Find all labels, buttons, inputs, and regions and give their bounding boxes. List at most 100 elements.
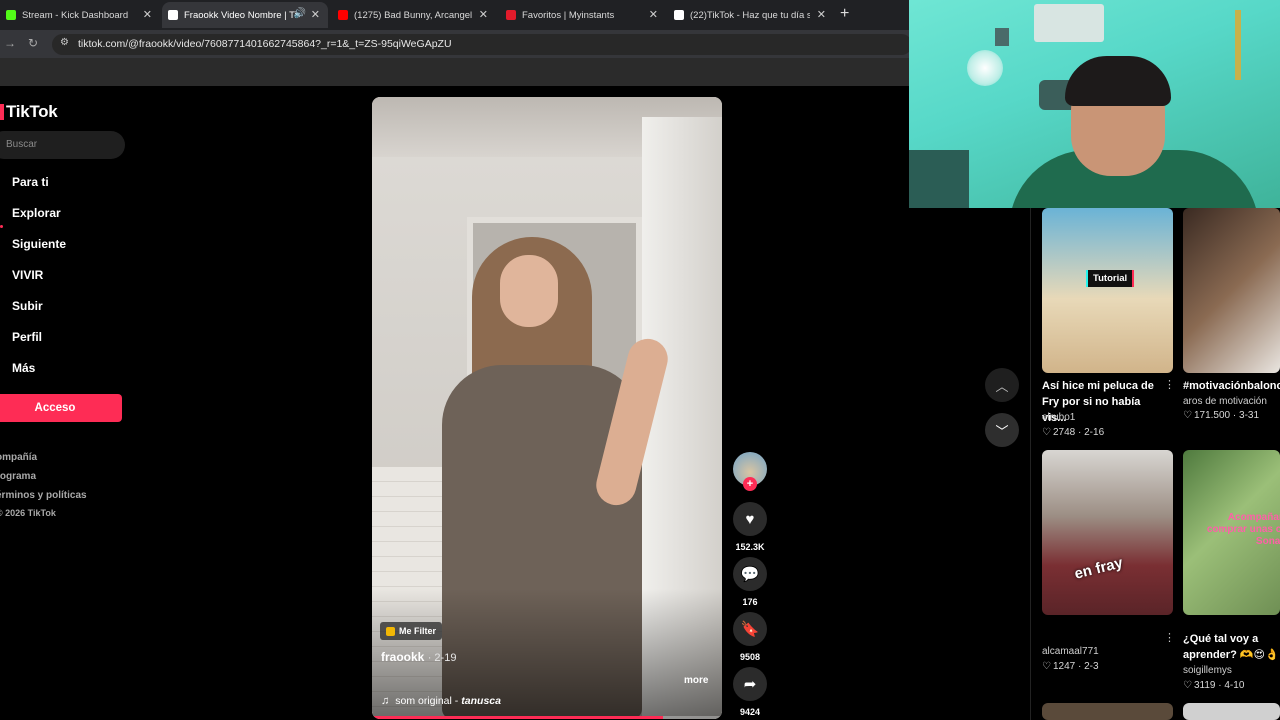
nav-item-perfil[interactable]: Perfil [12, 330, 42, 344]
effect-icon [386, 626, 395, 636]
webcam-overlay [909, 0, 1280, 208]
recommendation-thumbnail[interactable] [1183, 703, 1280, 720]
copyright-icon: © [0, 508, 3, 518]
footer-link-company[interactable]: ompañía [0, 452, 37, 463]
recommendation-date: 2-16 [1084, 427, 1105, 438]
music-note-icon: ♫ [381, 695, 390, 707]
close-tab-icon[interactable]: ✕ [143, 8, 152, 21]
heart-outline-icon: ♡ [1183, 680, 1192, 691]
thumbnail-overlay-text: en fray [1072, 554, 1125, 583]
more-link[interactable]: more [684, 675, 708, 686]
close-tab-icon[interactable]: ✕ [817, 8, 826, 21]
tab-youtube[interactable]: (1275) Bad Bunny, Arcangel, De La Ghetto… [332, 2, 496, 28]
close-tab-icon[interactable]: ✕ [649, 8, 658, 21]
video-author[interactable]: fraookk · 2-19 [381, 650, 456, 664]
music-title: som original - [395, 695, 459, 707]
recommendation-user[interactable]: soigillemys [1183, 665, 1232, 676]
youtube-favicon-icon [338, 10, 348, 20]
recommendation-title[interactable]: #motivaciónbalonc [1183, 378, 1280, 394]
webcam-chair [909, 150, 969, 208]
heart-outline-icon: ♡ [1042, 661, 1051, 672]
video-progress-bar[interactable] [372, 716, 722, 719]
bookmark-button[interactable]: 🔖 [733, 612, 767, 646]
share-icon: ➦ [743, 676, 757, 693]
heart-icon: ♥ [745, 510, 755, 528]
myinstants-favicon-icon [506, 10, 516, 20]
recommendation-thumbnail[interactable] [1042, 703, 1173, 720]
like-button[interactable]: ♥ [733, 502, 767, 536]
tab-myinstants[interactable]: Favoritos | Myinstants ✕ [500, 2, 666, 28]
tiktok-logo-icon [0, 104, 4, 120]
tab-tiktok-video[interactable]: Fraookk Video Nombre | TikTok 🔊 ✕ [162, 2, 328, 28]
recommendation-thumbnail[interactable]: Tutorial [1042, 208, 1173, 373]
more-options-icon[interactable]: ⋮ [1164, 378, 1175, 391]
next-video-button[interactable]: ﹀ [985, 413, 1019, 447]
tab-title: (22)TikTok - Haz que tu día sea especial [690, 9, 810, 21]
share-button[interactable]: ➦ [733, 667, 767, 701]
nav-item-explorar[interactable]: Explorar [12, 206, 61, 220]
recommendation-thumbnail[interactable]: Acompañame A comprar unas co En Sona Yal… [1183, 450, 1280, 615]
close-tab-icon[interactable]: ✕ [311, 8, 320, 21]
tiktok-favicon-icon [168, 10, 178, 20]
login-button[interactable]: Acceso [0, 394, 122, 422]
tab-kick[interactable]: Stream - Kick Dashboard ✕ [0, 2, 160, 28]
nav-item-siguiente[interactable]: Siguiente [12, 237, 66, 251]
bookmark-icon: 🔖 [740, 621, 760, 638]
webcam-person-hair [1065, 56, 1171, 106]
webcam-air-conditioner [1034, 4, 1104, 42]
comment-count: 176 [742, 597, 758, 607]
previous-video-button[interactable]: ︿ [985, 368, 1019, 402]
recommendation-thumbnail[interactable]: en fray [1042, 450, 1173, 615]
tab-title: Stream - Kick Dashboard [22, 9, 129, 21]
share-count: 9424 [739, 707, 761, 717]
nav-item-para-ti[interactable]: Para ti [12, 175, 49, 189]
url-bar[interactable]: ⚙ tiktok.com/@fraookk/video/760877140166… [52, 34, 912, 55]
effect-label: Me Filter [399, 626, 437, 636]
tiktok-favicon-icon [674, 10, 684, 20]
music-info[interactable]: ♫ som original - tanusca [381, 695, 501, 707]
speaker-icon[interactable]: 🔊 [294, 8, 306, 19]
video-player[interactable]: Me Filter fraookk · 2-19 more ♫ som orig… [372, 97, 722, 719]
thumbnail-badge: Tutorial [1088, 270, 1133, 287]
chevron-up-icon: ︿ [995, 378, 1009, 394]
video-frame-person-face [500, 255, 558, 327]
logo-text: TikTok [6, 102, 58, 121]
thumbnail-overlay-text: Acompañame A comprar unas co En Sona Yal… [1206, 512, 1280, 547]
recommendation-user[interactable]: alcamaal771 [1042, 646, 1099, 657]
tab-title: (1275) Bad Bunny, Arcangel, De La Ghetto [354, 9, 472, 21]
bookmark-count: 9508 [739, 652, 761, 662]
post-date: · 2-19 [427, 652, 457, 664]
footer-link-program[interactable]: rograma [0, 471, 36, 482]
recommendation-user[interactable]: aros de motivación [1183, 396, 1267, 407]
copyright-label: 2026 TikTok [5, 508, 56, 518]
tab-tiktok-home[interactable]: (22)TikTok - Haz que tu día sea especial… [668, 2, 834, 28]
site-settings-icon[interactable]: ⚙ [60, 37, 69, 48]
webcam-wall-banner [1235, 10, 1241, 80]
nav-item-mas[interactable]: Más [12, 361, 35, 375]
forward-arrow-icon[interactable]: → [4, 36, 16, 50]
tiktok-logo[interactable]: TikTok [0, 102, 58, 122]
reload-icon[interactable]: ↻ [28, 36, 38, 50]
close-tab-icon[interactable]: ✕ [479, 8, 488, 21]
tab-title: Fraookk Video Nombre | TikTok [184, 9, 300, 21]
new-tab-icon[interactable]: + [840, 5, 849, 23]
notification-dot [0, 225, 3, 228]
author-name[interactable]: fraookk [381, 650, 424, 664]
follow-plus-icon[interactable]: + [743, 477, 757, 491]
recommendation-title[interactable]: ¿Qué tal voy a aprender? 🫶😍👌 [1183, 631, 1280, 663]
search-input[interactable]: Buscar [0, 131, 125, 159]
like-count: 152.3K [735, 542, 765, 552]
more-options-icon[interactable]: ⋮ [1164, 631, 1175, 644]
recommendation-thumbnail[interactable] [1183, 208, 1280, 373]
url-text[interactable]: tiktok.com/@fraookk/video/76087714016627… [78, 38, 452, 50]
recommendation-likes: 171.500 [1193, 410, 1231, 421]
effect-tag[interactable]: Me Filter [380, 622, 443, 640]
footer-link-terms[interactable]: érminos y políticas [0, 490, 87, 501]
comment-icon: 💬 [740, 566, 760, 583]
recommendation-user[interactable]: elrubo1 [1042, 412, 1075, 423]
copyright-text: © 2026 TikTok [0, 508, 56, 518]
nav-item-vivir[interactable]: VIVIR [12, 268, 43, 282]
search-placeholder: Buscar [6, 139, 38, 150]
comment-button[interactable]: 💬 [733, 557, 767, 591]
nav-item-subir[interactable]: Subir [12, 299, 43, 313]
